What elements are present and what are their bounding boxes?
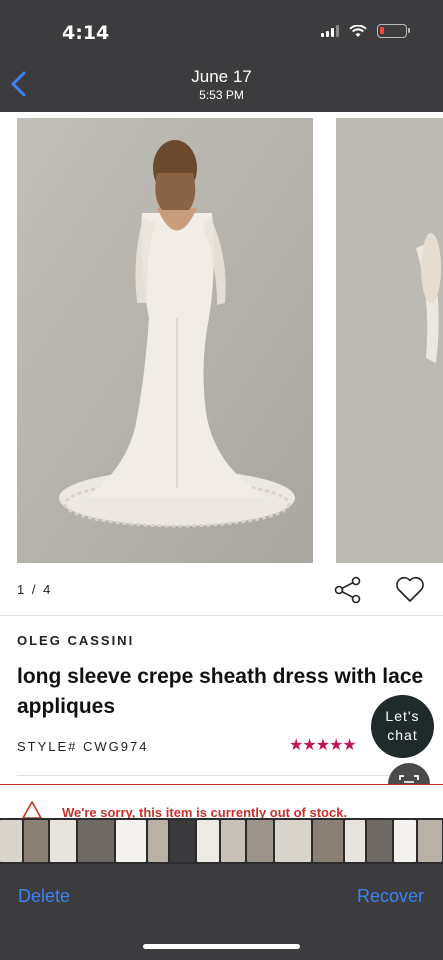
chat-button[interactable]: Let's chat [371, 695, 434, 758]
photo-thumbnail[interactable] [418, 820, 442, 862]
photo-thumbnail[interactable] [221, 820, 245, 862]
wifi-icon [349, 24, 367, 37]
thumbnail-strip[interactable] [0, 818, 443, 864]
home-indicator[interactable] [143, 944, 300, 949]
out-of-stock-message: We're sorry, this item is currently out … [62, 805, 348, 818]
photo-thumbnail[interactable] [170, 820, 195, 862]
chat-label-line2: chat [387, 727, 418, 743]
next-product-photo[interactable] [336, 118, 443, 563]
style-number: STYLE# CWG974 [17, 739, 149, 754]
brand-name: OLEG CASSINI [17, 633, 135, 648]
photo-pager: 1 / 4 [17, 582, 53, 597]
delete-button[interactable]: Delete [18, 886, 70, 907]
recover-button[interactable]: Recover [357, 886, 424, 907]
signal-icon [321, 25, 339, 37]
dress-illustration-2 [336, 118, 443, 563]
photo-thumbnail[interactable] [345, 820, 365, 862]
chat-label-line1: Let's [385, 708, 420, 724]
battery-fill [380, 27, 384, 34]
photo-thumbnail[interactable] [148, 820, 168, 862]
photo-thumbnail[interactable] [116, 820, 146, 862]
divider [0, 615, 443, 616]
divider [17, 775, 427, 776]
dress-illustration [17, 118, 313, 563]
heart-icon[interactable] [394, 574, 426, 604]
bottom-toolbar: Delete Recover [0, 864, 443, 960]
photo-thumbnail[interactable] [367, 820, 392, 862]
nav-time: 5:53 PM [199, 88, 244, 102]
rating-stars[interactable]: ★★★★★ [289, 735, 357, 755]
product-page: 1 / 4 OLEG CASSINI long sleeve crepe she… [0, 112, 443, 784]
photo-thumbnail[interactable] [313, 820, 343, 862]
photo-thumbnail[interactable] [0, 820, 22, 862]
top-bar: 4:14 June 17 5:53 PM [0, 0, 443, 112]
status-icons [321, 24, 410, 38]
out-of-stock-banner: We're sorry, this item is currently out … [0, 784, 443, 818]
product-photo[interactable] [17, 118, 313, 563]
photo-thumbnail[interactable] [24, 820, 48, 862]
photo-thumbnail[interactable] [78, 820, 114, 862]
photo-thumbnail[interactable] [247, 820, 273, 862]
photo-thumbnail[interactable] [50, 820, 76, 862]
photo-thumbnail[interactable] [275, 820, 311, 862]
photo-thumbnail[interactable] [394, 820, 416, 862]
share-icon[interactable] [333, 575, 363, 605]
battery-icon [377, 24, 410, 38]
warning-icon [22, 801, 42, 818]
photo-thumbnail[interactable] [197, 820, 219, 862]
status-time: 4:14 [62, 22, 110, 44]
nav-date: June 17 [191, 67, 252, 86]
